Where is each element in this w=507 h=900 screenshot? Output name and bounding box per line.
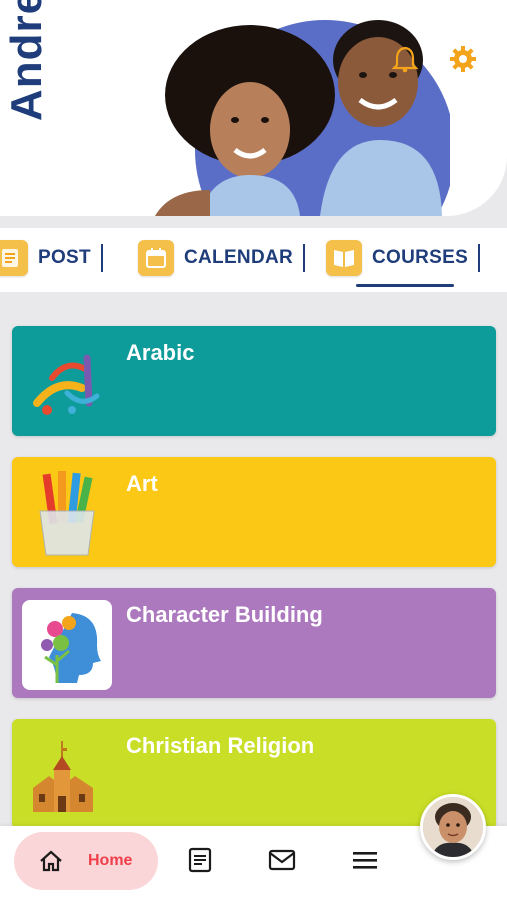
mail-icon[interactable] — [268, 846, 296, 874]
tab-separator — [303, 244, 306, 272]
active-tab-indicator — [356, 284, 454, 287]
arabic-letters-icon — [22, 338, 112, 428]
tab-separator — [100, 244, 103, 272]
book-icon — [326, 240, 362, 276]
gear-icon[interactable] — [448, 44, 478, 74]
wifi-icon — [388, 4, 408, 20]
tab-calendar-label: CALENDAR — [184, 247, 294, 268]
course-list: Arabic Art Character Building Christian … — [12, 326, 496, 850]
home-icon — [38, 848, 64, 874]
course-title: Arabic — [126, 340, 195, 365]
tab-courses-label: COURSES — [372, 247, 469, 268]
user-avatar[interactable] — [420, 794, 486, 860]
course-card-character-building[interactable]: Character Building — [12, 588, 496, 698]
bell-icon[interactable] — [390, 44, 420, 74]
church-icon — [22, 731, 112, 821]
header-card: Andre — [0, 0, 507, 216]
tab-calendar[interactable]: CALENDAR — [138, 236, 306, 280]
course-card-art[interactable]: Art — [12, 457, 496, 567]
tab-courses[interactable]: COURSES — [326, 236, 481, 280]
course-card-arabic[interactable]: Arabic — [12, 326, 496, 436]
tab-post[interactable]: POST — [0, 236, 103, 280]
tab-bar: POST CALENDAR COURSES — [0, 228, 507, 292]
hero-image — [155, 20, 450, 216]
nav-home-label: Home — [88, 852, 133, 869]
head-flowers-icon — [22, 600, 112, 690]
course-title: Christian Religion — [126, 733, 315, 758]
colored-pencils-icon — [22, 469, 112, 559]
course-title: Character Building — [126, 602, 323, 627]
tab-separator — [478, 244, 481, 272]
course-title: Art — [126, 471, 158, 496]
post-icon — [0, 240, 28, 276]
nav-home[interactable]: Home — [14, 832, 158, 890]
tab-post-label: POST — [38, 247, 91, 268]
school-logo: Andre — [2, 0, 51, 122]
calendar-icon — [138, 240, 174, 276]
posts-icon[interactable] — [186, 846, 214, 874]
header: Andre — [0, 0, 507, 228]
menu-icon[interactable] — [351, 846, 379, 874]
